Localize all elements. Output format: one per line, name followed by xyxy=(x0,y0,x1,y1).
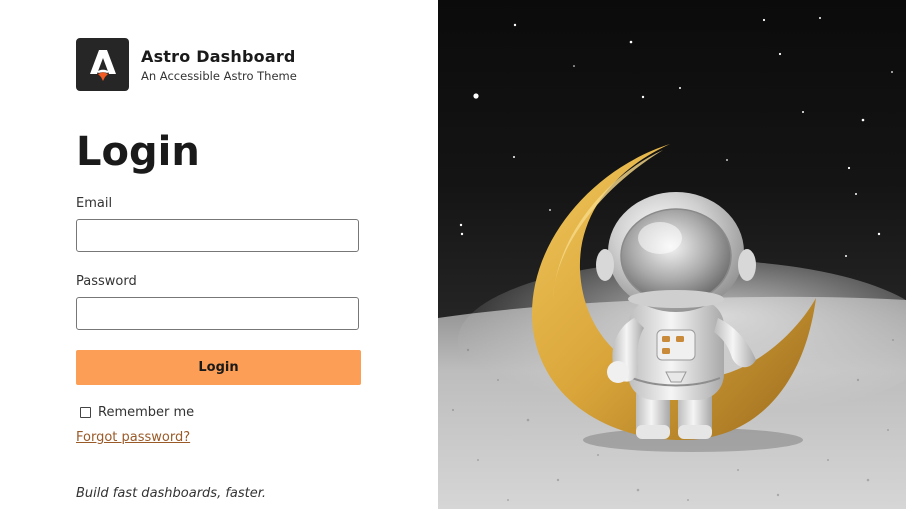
astro-logo-icon xyxy=(76,38,129,91)
password-field[interactable] xyxy=(76,297,359,330)
astro-rocket-icon xyxy=(89,49,116,81)
tagline: Build fast dashboards, faster. xyxy=(76,486,267,501)
password-label: Password xyxy=(76,274,137,289)
email-label: Email xyxy=(76,196,113,211)
remember-me[interactable]: Remember me xyxy=(80,405,194,420)
brand-title: Astro Dashboard xyxy=(141,46,296,66)
forgot-password-link[interactable]: Forgot password? xyxy=(76,430,190,445)
page-title: Login xyxy=(76,129,200,175)
login-panel: Astro Dashboard An Accessible Astro Them… xyxy=(0,0,438,509)
astronaut-on-moon-image xyxy=(438,0,906,509)
login-button[interactable]: Login xyxy=(76,350,361,385)
brand[interactable]: Astro Dashboard An Accessible Astro Them… xyxy=(76,38,297,91)
remember-me-checkbox[interactable] xyxy=(80,407,91,418)
brand-subtitle: An Accessible Astro Theme xyxy=(141,68,297,83)
login-page: Astro Dashboard An Accessible Astro Them… xyxy=(0,0,906,509)
hero-illustration xyxy=(438,0,906,509)
remember-me-label[interactable]: Remember me xyxy=(98,405,194,420)
email-field[interactable] xyxy=(76,219,359,252)
